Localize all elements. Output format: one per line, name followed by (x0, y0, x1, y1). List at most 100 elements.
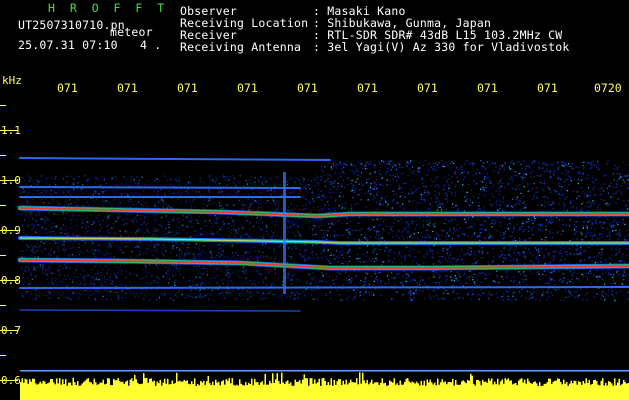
noise-speck (141, 227, 143, 230)
noise-speck (566, 282, 568, 284)
noise-speck (618, 238, 620, 241)
noise-speck (351, 229, 354, 231)
noise-speck (44, 229, 46, 231)
noise-speck (389, 180, 391, 182)
noise-speck (365, 272, 367, 274)
noise-speck (125, 277, 127, 279)
noise-speck (208, 203, 210, 205)
noise-speck (520, 175, 522, 178)
noise-speck (413, 170, 415, 172)
noise-speck (589, 220, 592, 222)
noise-speck (336, 289, 338, 291)
noise-speck (522, 225, 524, 227)
noise-speck (179, 273, 181, 275)
noise-speck (550, 292, 552, 294)
noise-speck (198, 247, 200, 250)
noise-speck (62, 268, 64, 270)
noise-speck (187, 191, 190, 193)
noise-speck (449, 254, 451, 256)
noise-speck (156, 257, 159, 259)
noise-speck (305, 202, 307, 204)
noise-speck (342, 250, 344, 252)
noise-speck (393, 162, 395, 164)
noise-speck (407, 292, 410, 294)
noise-speck (323, 249, 325, 251)
noise-speck (569, 178, 572, 180)
noise-speck (335, 167, 337, 169)
noise-speck (468, 276, 470, 278)
noise-speck (187, 193, 189, 195)
noise-speck (22, 273, 24, 275)
noise-speck (531, 227, 533, 229)
noise-speck (91, 240, 94, 242)
noise-speck (399, 205, 401, 208)
noise-speck (449, 246, 452, 248)
noise-speck (487, 177, 489, 180)
noise-speck (523, 279, 525, 281)
noise-speck (365, 206, 367, 208)
noise-speck (590, 204, 592, 207)
noise-speck (472, 226, 474, 228)
noise-speck (55, 226, 57, 228)
noise-speck (441, 255, 443, 258)
noise-speck (75, 204, 78, 206)
noise-speck (290, 292, 292, 294)
noise-speck (99, 235, 101, 237)
noise-speck (464, 233, 466, 236)
noise-speck (582, 173, 584, 175)
noise-speck (522, 255, 524, 257)
noise-speck (589, 270, 591, 272)
noise-speck (549, 191, 552, 193)
noise-speck (374, 278, 376, 280)
noise-speck (507, 204, 510, 206)
noise-speck (21, 266, 23, 268)
noise-speck (74, 240, 76, 242)
noise-speck (620, 260, 622, 263)
noise-speck (317, 257, 319, 259)
noise-speck (521, 278, 523, 280)
noise-speck (590, 232, 592, 234)
noise-speck (405, 182, 407, 185)
noise-speck (452, 219, 454, 221)
noise-speck (549, 188, 551, 191)
noise-speck (376, 208, 378, 210)
noise-speck (435, 178, 437, 180)
noise-speck (565, 189, 567, 191)
noise-speck (156, 288, 158, 291)
noise-speck (527, 183, 529, 185)
noise-speck (496, 270, 498, 272)
noise-speck (302, 180, 305, 183)
noise-speck (254, 184, 256, 186)
noise-speck (606, 187, 609, 189)
noise-speck (55, 242, 57, 244)
noise-speck (461, 251, 463, 253)
noise-speck (23, 191, 25, 194)
noise-speck (86, 250, 89, 252)
noise-speck (164, 203, 167, 205)
noise-speck (321, 257, 323, 259)
noise-speck (367, 162, 369, 164)
noise-speck (362, 253, 364, 255)
noise-speck (431, 168, 434, 170)
noise-speck (439, 274, 441, 276)
noise-speck (168, 265, 170, 268)
noise-speck (583, 224, 585, 227)
noise-speck (404, 254, 406, 257)
noise-speck (167, 282, 170, 284)
noise-speck (608, 233, 610, 235)
noise-speck (601, 248, 603, 250)
noise-speck (517, 262, 519, 265)
noise-speck (199, 256, 201, 258)
noise-speck (107, 189, 109, 191)
noise-speck (504, 245, 506, 247)
noise-speck (51, 194, 53, 196)
noise-speck (434, 225, 436, 228)
noise-speck (238, 276, 241, 278)
noise-speck (120, 264, 122, 267)
noise-speck (215, 222, 217, 224)
noise-speck (492, 280, 495, 282)
noise-speck (67, 190, 69, 192)
noise-speck (300, 236, 302, 239)
noise-speck (552, 202, 555, 204)
noise-speck (534, 218, 536, 220)
